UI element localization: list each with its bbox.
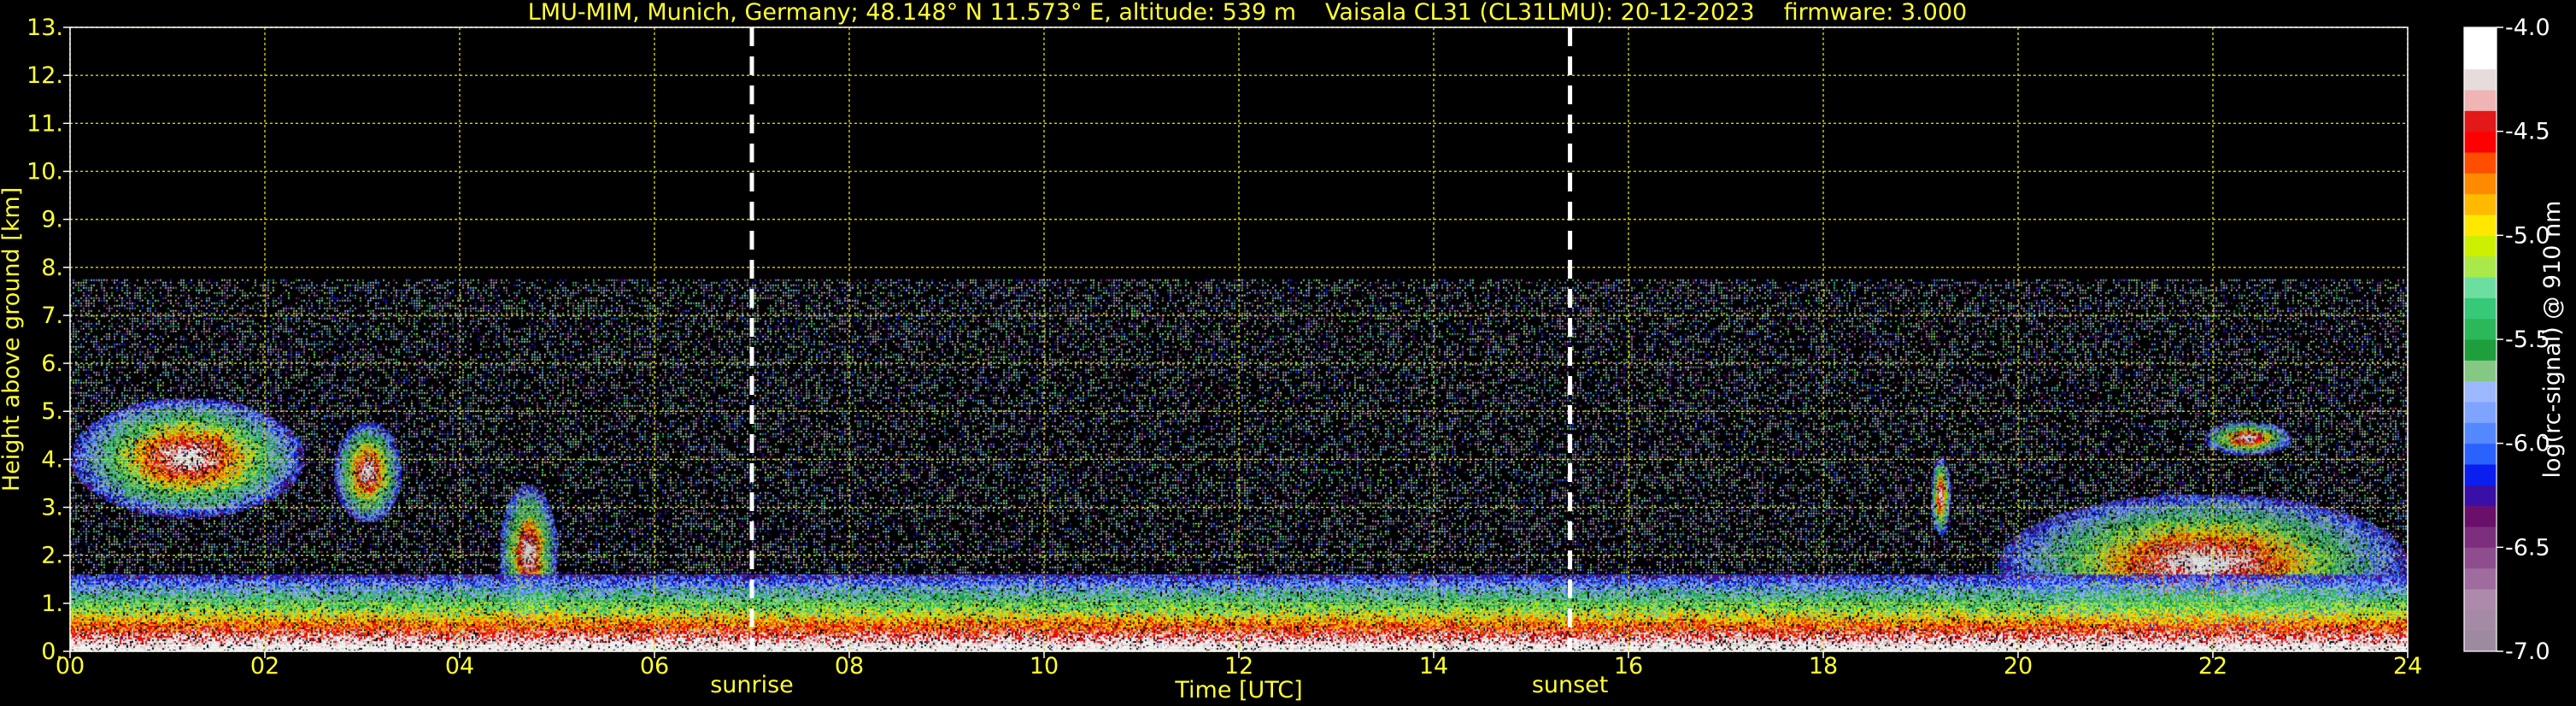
x-tick-label: 12 — [1224, 653, 1253, 680]
colorbar-segment — [2464, 464, 2497, 485]
colorbar-segment — [2464, 256, 2497, 278]
y-tick-label: 6. — [41, 350, 63, 377]
colorbar-segment — [2464, 110, 2497, 132]
x-tick-label: 14 — [1419, 653, 1448, 680]
colorbar-segment — [2464, 27, 2497, 49]
marker-label-sunset: sunset — [1532, 672, 1609, 698]
colorbar-segment — [2464, 68, 2497, 91]
colorbar-segment — [2464, 402, 2497, 423]
x-tick-label: 02 — [250, 653, 279, 680]
colorbar-segment — [2464, 422, 2497, 444]
colorbar-segment — [2464, 360, 2497, 382]
x-tick-label: 16 — [1614, 653, 1643, 680]
colorbar-segment — [2464, 527, 2497, 548]
x-tick-label: 22 — [2198, 653, 2227, 680]
y-tick-label: 11. — [26, 110, 63, 137]
x-axis-label: Time [UTC] — [1174, 677, 1302, 703]
colorbar-segment — [2464, 131, 2497, 153]
y-tick-label: 10. — [26, 158, 63, 185]
colorbar-segment — [2464, 235, 2497, 257]
y-tick-label: 0. — [41, 638, 63, 665]
colorbar-segment — [2464, 568, 2497, 590]
colorbar-segment — [2464, 173, 2497, 195]
y-tick-label: 4. — [41, 446, 63, 473]
y-tick-label: 9. — [41, 207, 63, 233]
colorbar-tick-label: -4.5 — [2505, 119, 2550, 145]
x-tick-label: 20 — [2004, 653, 2033, 680]
y-tick-label: 2. — [41, 543, 63, 569]
ceilometer-chart: sunrise sunset 00 02 04 06 08 10 12 14 16 18 20 22 24… — [0, 15, 2566, 703]
y-tick-label: 5. — [41, 398, 63, 425]
colorbar-segment — [2464, 297, 2497, 320]
x-tick-label: 08 — [835, 653, 864, 680]
colorbar-segment — [2464, 318, 2497, 340]
y-tick-label: 13. — [26, 15, 63, 41]
colorbar-segment — [2464, 547, 2497, 569]
colorbar-segment — [2464, 589, 2497, 610]
colorbar-segment — [2464, 152, 2497, 174]
colorbar-segment — [2464, 443, 2497, 465]
colorbar-label: log(rc-signal) @ 910 nm — [2539, 201, 2566, 479]
colorbar-segment — [2464, 48, 2497, 70]
marker-label-sunrise: sunrise — [710, 672, 794, 698]
colorbar-segment — [2464, 505, 2497, 527]
colorbar-segment — [2464, 277, 2497, 298]
y-tick-label: 12. — [26, 62, 63, 89]
colorbar-tick-label: -6.5 — [2505, 534, 2550, 561]
colorbar-segment — [2464, 193, 2497, 215]
colorbar-segment — [2464, 630, 2497, 652]
y-tick-label: 8. — [41, 255, 63, 281]
y-axis-label: Height above ground [km] — [0, 187, 25, 491]
colorbar-tick-label: -7.0 — [2505, 638, 2550, 665]
x-tick-label: 10 — [1030, 653, 1059, 680]
colorbar-segment — [2464, 90, 2497, 111]
y-tick-label: 1. — [41, 591, 63, 617]
colorbar-segment — [2464, 380, 2497, 403]
x-tick-label: 24 — [2393, 653, 2422, 680]
x-tick-label: 04 — [445, 653, 474, 680]
y-tick-label: 3. — [41, 495, 63, 521]
colorbar-segment — [2464, 339, 2497, 361]
colorbar-tick-label: -4.0 — [2505, 15, 2550, 41]
y-tick-label: 7. — [41, 303, 63, 329]
colorbar-segment — [2464, 485, 2497, 507]
colorbar-segment — [2464, 215, 2497, 236]
colorbar-segment — [2464, 609, 2497, 632]
x-tick-label: 06 — [640, 653, 669, 680]
colorbar: -4.0-4.5-5.0-5.5-6.0-6.5-7.0log(rc-signa… — [2463, 15, 2566, 665]
x-tick-label: 18 — [1809, 653, 1838, 680]
